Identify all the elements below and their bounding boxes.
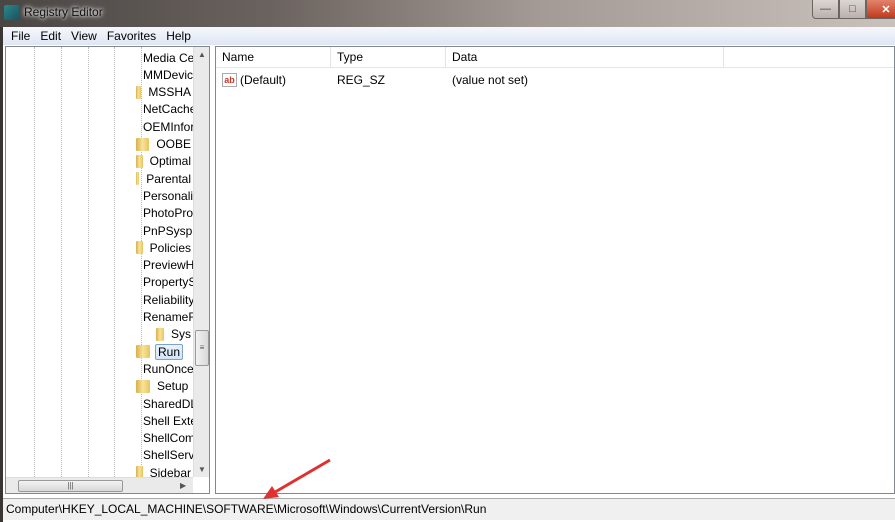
column-data[interactable]: Data [446,47,724,68]
scroll-up-arrow-icon[interactable]: ▲ [198,50,206,59]
tree-item[interactable]: ▷Parental [136,170,193,187]
menu-edit[interactable]: Edit [40,29,61,43]
tree-vertical-scrollbar[interactable]: ▲ ≡ ▼ [193,47,209,477]
value-name: (Default) [240,73,287,87]
tree-item-label: Setup [157,379,189,394]
tree-item[interactable]: ▷Reliability [136,291,193,308]
tree-item[interactable]: ▷PhotoPropertyHandler [136,205,193,222]
status-bar-path: Computer\HKEY_LOCAL_MACHINE\SOFTWARE\Mic… [3,498,895,520]
tree-item[interactable]: ▷PnPSysprep [136,222,193,239]
tree-item[interactable]: RunOnce [136,360,193,377]
scroll-down-arrow-icon[interactable]: ▼ [198,465,206,474]
tree-item[interactable]: Run [136,343,193,360]
values-list: Name Type Data ab (Default) REG_SZ (valu… [215,46,895,494]
menu-bar: File Edit View Favorites Help [3,27,895,45]
tree-item[interactable]: Optimal [136,153,193,170]
tree-item[interactable]: ▷NetCache [136,101,193,118]
maximize-button[interactable]: □ [839,0,866,19]
menu-help[interactable]: Help [166,29,191,43]
tree-item-label: PreviewHandlers [143,258,193,273]
registry-tree: ▷Media Center▷MMDevices MSSHA▷NetCacheOEM… [5,46,210,494]
tree-item-label: Personalization [143,188,193,203]
tree-item-label: SharedDLLs [143,396,193,411]
tree-item-label: Run [155,343,184,360]
tree-horizontal-scrollbar[interactable]: ||| ▶ [6,477,193,493]
tree-item-label: MSSHA [148,85,191,100]
folder-icon [156,327,164,341]
folder-icon [136,85,142,99]
tree-item[interactable]: ▷Policies [136,239,193,256]
string-value-icon: ab [222,73,237,87]
folder-icon [136,137,150,151]
tree-item-label: PhotoPropertyHandler [143,206,193,221]
tree-item-label: Sys [170,327,191,342]
menu-favorites[interactable]: Favorites [107,29,156,43]
tree-item-label: MMDevices [143,67,193,82]
tree-item[interactable]: ◢RenameFiles [136,309,193,326]
menu-file[interactable]: File [11,29,30,43]
folder-icon [136,154,143,168]
vertical-scroll-thumb[interactable]: ≡ [195,330,209,366]
list-header: Name Type Data [216,47,894,68]
tree-item[interactable]: PreviewHandlers [136,257,193,274]
tree-item-label: PnPSysprep [143,223,193,238]
tree-guide-line [88,47,89,477]
tree-item-label: Reliability [143,292,193,307]
tree-item-label: ShellServiceObjectDelayLoad [143,448,193,463]
tree-item[interactable]: ▷PropertySystem [136,274,193,291]
minimize-button[interactable]: — [812,0,839,19]
tree-item-label: Media Center [143,50,193,65]
tree-item-label: OEMInformation [143,119,193,134]
tree-item[interactable]: OEMInformation [136,118,193,135]
tree-guide-line [114,47,115,477]
tree-item[interactable]: ▷MMDevices [136,66,193,83]
registry-editor-window: File Edit View Favorites Help ▷Media Cen… [3,27,895,522]
horizontal-scroll-thumb[interactable]: ||| [18,480,123,492]
tree-guide-line [61,47,62,477]
tree-item[interactable]: Personalization [136,187,193,204]
tree-item-label: RenameFiles [143,310,193,324]
value-type: REG_SZ [337,73,386,87]
folder-icon [136,172,140,186]
tree-item-label: Parental [146,171,191,186]
window-title: Registry Editor [24,5,103,19]
tree-item[interactable]: ▷Setup [136,378,193,395]
tree-item-label: Optimal [149,154,191,169]
tree-item-label: ShellCompatibility [143,431,193,446]
value-data: (value not set) [452,73,529,87]
tree-item[interactable]: ▷Media Center [136,49,193,66]
tree-item[interactable]: OOBE [136,136,193,153]
tree-item-label: PropertySystem [143,275,193,290]
menu-view[interactable]: View [71,29,97,43]
tree-item-label: Shell Extensions [143,413,193,428]
tree-item-label: NetCache [143,102,193,117]
folder-icon [136,241,143,255]
registry-editor-app-icon [4,5,19,20]
title-bar: Registry Editor — □ ✕ [0,0,895,27]
tree-item[interactable]: Sys [156,326,193,343]
scroll-right-arrow-icon[interactable]: ▶ [180,481,186,490]
tree-item[interactable]: ▷ShellCompatibility [136,430,193,447]
tree-item[interactable]: ▷Shell Extensions [136,412,193,429]
tree-item[interactable]: SharedDLLs [136,395,193,412]
column-name[interactable]: Name [216,47,331,68]
folder-icon [136,345,150,359]
tree-item[interactable]: MSSHA [136,84,193,101]
tree-item-label: RunOnce [143,361,193,376]
folder-icon [136,379,150,393]
tree-guide-line [34,47,35,477]
column-type[interactable]: Type [331,47,446,68]
tree-item-label: Policies [149,240,191,255]
tree-item-label: OOBE [156,137,191,151]
tree-item[interactable]: ShellServiceObjectDelayLoad [136,447,193,464]
close-button[interactable]: ✕ [866,0,895,19]
